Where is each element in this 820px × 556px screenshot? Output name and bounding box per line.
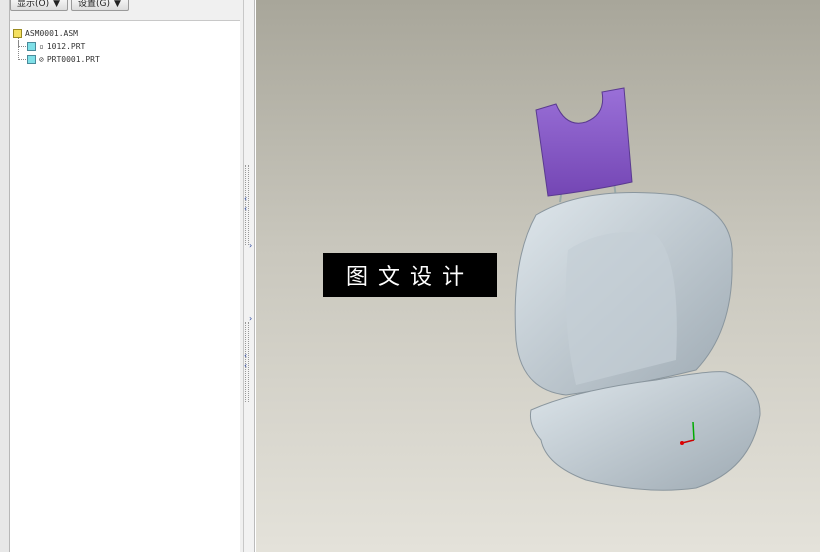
model-tree: ASM0001.ASM ▫ 1012.PRT ⊘ PRT0001.PRT — [10, 20, 240, 552]
settings-menu-button[interactable]: 设置(G) ▼ — [71, 0, 129, 11]
tree-item-part[interactable]: ▫ 1012.PRT — [27, 42, 85, 51]
settings-label: 设置(G) — [78, 0, 110, 9]
display-label: 显示(O) — [17, 0, 50, 9]
status-icon: ▫ — [39, 42, 44, 51]
part-icon — [27, 55, 36, 64]
chevron-down-icon: ▼ — [114, 0, 121, 9]
tree-item-label: 1012.PRT — [46, 42, 86, 51]
seat-back — [514, 192, 733, 396]
part-icon — [27, 42, 36, 51]
tree-item-label: ASM0001.ASM — [25, 29, 78, 38]
tree-item-part[interactable]: ⊘ PRT0001.PRT — [27, 55, 100, 64]
chevron-up-icon[interactable]: ‹ — [244, 205, 247, 213]
headrest — [535, 87, 633, 203]
tree-item-label: PRT0001.PRT — [46, 55, 100, 64]
chevron-down-icon[interactable]: › — [249, 242, 252, 250]
panel-splitter[interactable]: ‹ ‹ › › ‹ ‹ — [244, 0, 255, 552]
tree-item-root[interactable]: ASM0001.ASM — [13, 29, 78, 38]
panel-edge — [0, 0, 10, 552]
graphics-viewport[interactable]: 图文设计 — [256, 0, 820, 552]
assembly-icon — [13, 29, 22, 38]
chevron-up-icon[interactable]: ‹ — [244, 362, 247, 370]
watermark: 图文设计 — [323, 253, 497, 297]
status-icon: ⊘ — [39, 55, 44, 64]
model-tree-panel: 显示(O) ▼ 设置(G) ▼ ASM0001.ASM ▫ 1012.PRT ⊘ PRT… — [0, 0, 244, 552]
chevron-down-icon[interactable]: › — [249, 315, 252, 323]
chevron-up-icon[interactable]: ‹ — [244, 195, 247, 203]
chevron-up-icon[interactable]: ‹ — [244, 352, 247, 360]
display-menu-button[interactable]: 显示(O) ▼ — [10, 0, 68, 11]
chevron-down-icon: ▼ — [53, 0, 61, 9]
